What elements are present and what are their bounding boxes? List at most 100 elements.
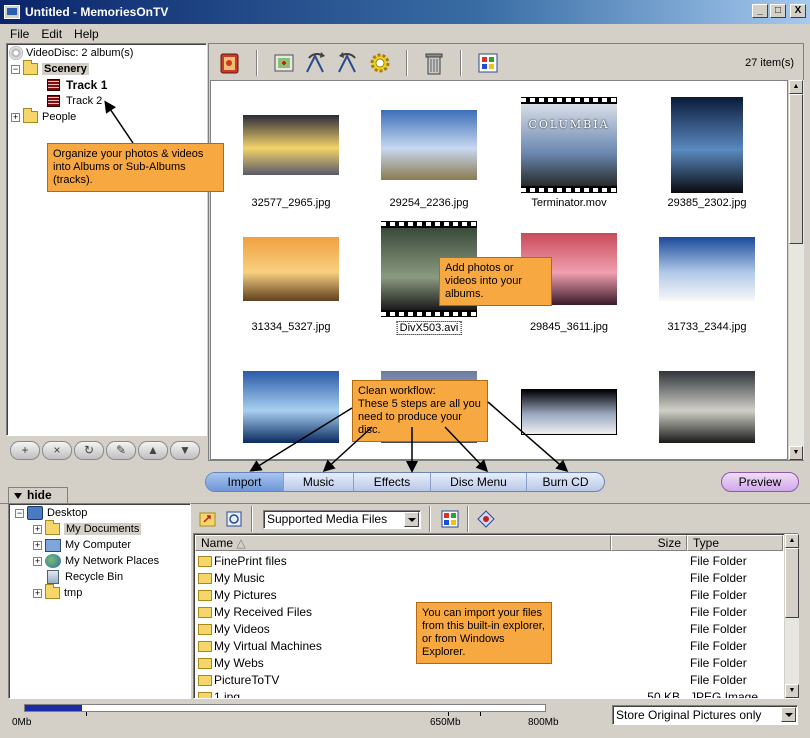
video-thumbnail[interactable]: COLUMBIA bbox=[521, 97, 617, 193]
close-button[interactable]: X bbox=[790, 4, 806, 18]
expand-toggle[interactable]: + bbox=[11, 112, 20, 122]
store-option-select[interactable]: Store Original Pictures only bbox=[612, 705, 798, 725]
rename-button[interactable]: ✎ bbox=[106, 441, 136, 460]
thumbnail-item[interactable]: 31733_2344.jpg bbox=[647, 221, 767, 333]
file-row[interactable]: My Music File Folder bbox=[196, 570, 782, 587]
thumbnail-item[interactable] bbox=[509, 371, 629, 459]
thumbnail-item[interactable]: 29254_2236.jpg bbox=[369, 97, 489, 209]
photo-thumbnail[interactable] bbox=[243, 371, 339, 443]
column-type[interactable]: Type bbox=[687, 535, 783, 551]
file-type: File Folder bbox=[690, 554, 747, 568]
scroll-thumb[interactable] bbox=[789, 94, 803, 244]
hide-tab[interactable]: hide bbox=[8, 487, 68, 504]
photo-thumbnail[interactable] bbox=[243, 115, 339, 175]
tree-item-track-2[interactable]: Track 2 bbox=[47, 93, 102, 109]
expand-toggle[interactable]: + bbox=[33, 556, 42, 566]
settings-gear-icon[interactable] bbox=[366, 49, 394, 77]
step-music[interactable]: Music bbox=[284, 473, 354, 491]
track-label: Track 1 bbox=[66, 78, 108, 92]
step-effects[interactable]: Effects bbox=[354, 473, 431, 491]
file-row[interactable]: PictureToTV File Folder bbox=[196, 672, 782, 689]
file-row[interactable]: FinePrint files File Folder bbox=[196, 553, 782, 570]
expand-toggle[interactable]: + bbox=[33, 524, 42, 534]
dropdown-arrow-icon[interactable] bbox=[781, 707, 796, 722]
trash-icon[interactable] bbox=[420, 49, 448, 77]
tree-root-label: VideoDisc: 2 album(s) bbox=[26, 47, 134, 59]
menu-help[interactable]: Help bbox=[68, 27, 105, 41]
tree-root[interactable]: VideoDisc: 2 album(s) bbox=[9, 45, 133, 61]
preview-button[interactable]: Preview bbox=[721, 472, 799, 492]
file-row[interactable]: 1.jpg 50 KB JPEG Image bbox=[196, 689, 782, 698]
photo-thumbnail[interactable] bbox=[521, 389, 617, 435]
move-down-button[interactable]: ▼ bbox=[170, 441, 200, 460]
thumbnail-scrollbar[interactable]: ▲ ▼ bbox=[788, 80, 804, 460]
windows-explorer-icon[interactable] bbox=[439, 508, 461, 530]
thumbnail-item[interactable]: 31334_5327.jpg bbox=[231, 221, 351, 333]
thumbnail-item[interactable]: 32577_2965.jpg bbox=[231, 97, 351, 209]
photo-thumbnail[interactable] bbox=[381, 110, 477, 180]
album-label: Scenery bbox=[42, 63, 89, 75]
expand-toggle[interactable]: + bbox=[33, 588, 42, 598]
media-filter-select[interactable]: Supported Media Files bbox=[263, 509, 421, 529]
menu-file[interactable]: File bbox=[4, 27, 35, 41]
film-icon bbox=[47, 79, 60, 91]
photo-thumbnail[interactable] bbox=[659, 237, 755, 301]
file-type: File Folder bbox=[690, 639, 747, 653]
tree-desktop[interactable]: − Desktop bbox=[15, 505, 87, 521]
step-disc-menu[interactable]: Disc Menu bbox=[431, 473, 527, 491]
thumbnail-item[interactable] bbox=[231, 371, 351, 459]
windows-icon[interactable] bbox=[474, 49, 502, 77]
title-bar[interactable]: Untitled - MemoriesOnTV _ □ X bbox=[0, 0, 810, 24]
folder-icon bbox=[198, 692, 212, 698]
up-folder-icon[interactable] bbox=[197, 508, 219, 530]
refresh-list-icon[interactable] bbox=[223, 508, 245, 530]
album-label: People bbox=[42, 111, 77, 123]
tree-tmp[interactable]: + tmp bbox=[33, 584, 82, 601]
tree-item-track-1[interactable]: Track 1 bbox=[47, 77, 107, 93]
minimize-button[interactable]: _ bbox=[752, 4, 768, 18]
menu-edit[interactable]: Edit bbox=[35, 27, 68, 41]
file-name: My Webs bbox=[214, 656, 264, 670]
collapse-toggle[interactable]: − bbox=[15, 508, 24, 518]
thumbnail-item[interactable]: 29385_2302.jpg bbox=[647, 97, 767, 209]
tree-my-computer[interactable]: + My Computer bbox=[33, 537, 131, 553]
delete-album-button[interactable]: × bbox=[42, 441, 72, 460]
scroll-down-button[interactable]: ▼ bbox=[789, 446, 803, 460]
scroll-up-button[interactable]: ▲ bbox=[789, 80, 803, 94]
thumbnail-item[interactable]: COLUMBIA Terminator.mov bbox=[509, 97, 629, 209]
photo-thumbnail[interactable] bbox=[659, 371, 755, 443]
collapse-toggle[interactable]: − bbox=[11, 64, 20, 74]
tree-label: Recycle Bin bbox=[65, 571, 124, 583]
maximize-button[interactable]: □ bbox=[770, 4, 786, 18]
rotate-left-icon[interactable] bbox=[302, 49, 330, 77]
tree-recycle-bin[interactable]: Recycle Bin bbox=[45, 569, 123, 585]
folder-icon bbox=[198, 624, 212, 635]
refresh-button[interactable]: ↻ bbox=[74, 441, 104, 460]
column-name[interactable]: Name △ bbox=[195, 535, 611, 551]
add-photo-icon[interactable] bbox=[270, 49, 298, 77]
tree-item-scenery[interactable]: − Scenery bbox=[11, 60, 89, 77]
view-options-icon[interactable] bbox=[475, 508, 497, 530]
rotate-right-icon[interactable] bbox=[334, 49, 362, 77]
step-import[interactable]: Import bbox=[206, 473, 284, 491]
scroll-down-button[interactable]: ▼ bbox=[785, 684, 799, 698]
file-list-scrollbar[interactable]: ▲ ▼ bbox=[784, 534, 799, 698]
thumbnail-item[interactable] bbox=[647, 371, 767, 459]
column-size[interactable]: Size bbox=[611, 535, 687, 551]
file-name: My Videos bbox=[214, 622, 270, 636]
expand-toggle[interactable]: + bbox=[33, 540, 42, 550]
file-browser-toolbar: Supported Media Files bbox=[193, 505, 799, 533]
scroll-up-button[interactable]: ▲ bbox=[785, 534, 799, 548]
tree-item-people[interactable]: + People bbox=[11, 108, 77, 125]
scroll-thumb[interactable] bbox=[785, 548, 799, 618]
tree-label: My Documents bbox=[64, 523, 142, 535]
tree-network-places[interactable]: + My Network Places bbox=[33, 553, 159, 569]
photo-thumbnail[interactable] bbox=[243, 237, 339, 301]
album-icon[interactable] bbox=[216, 49, 244, 77]
add-album-button[interactable]: + bbox=[10, 441, 40, 460]
photo-thumbnail[interactable] bbox=[671, 97, 743, 193]
dropdown-arrow-icon[interactable] bbox=[404, 511, 419, 527]
move-up-button[interactable]: ▲ bbox=[138, 441, 168, 460]
tree-my-documents[interactable]: + My Documents bbox=[33, 520, 142, 537]
step-burn-cd[interactable]: Burn CD bbox=[527, 473, 604, 491]
